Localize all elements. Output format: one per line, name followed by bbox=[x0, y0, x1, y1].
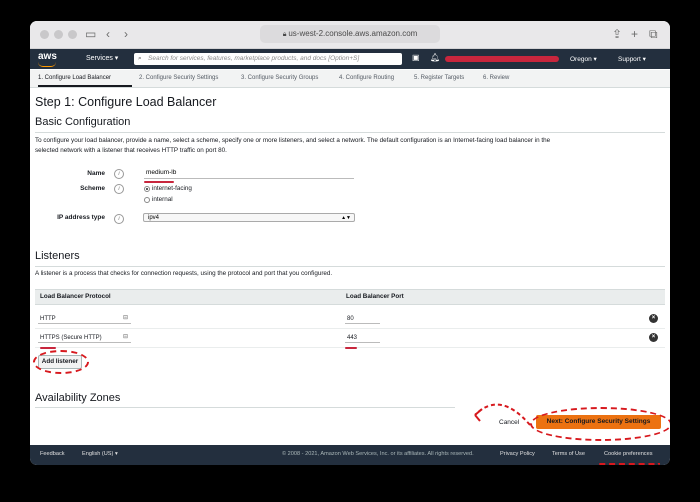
services-menu[interactable]: Services ▾ bbox=[86, 54, 118, 62]
zoom-window-button[interactable] bbox=[68, 30, 77, 39]
name-info-icon[interactable]: i bbox=[114, 169, 124, 179]
step-configure-routing[interactable]: 4. Configure Routing bbox=[339, 70, 394, 87]
annotation-arrow bbox=[474, 403, 531, 426]
search-icon: ⌕ bbox=[138, 55, 142, 62]
terms-of-use-link[interactable]: Terms of Use bbox=[552, 451, 585, 457]
share-icon[interactable]: ⇪ bbox=[612, 27, 622, 41]
scheme-internet-facing-radio[interactable] bbox=[144, 186, 150, 192]
search-input[interactable]: ⌕ Search for services, features, marketp… bbox=[134, 53, 402, 65]
aws-logo-smile bbox=[38, 62, 56, 67]
divider bbox=[35, 266, 665, 267]
scheme-info-icon[interactable]: i bbox=[114, 184, 124, 194]
aws-top-nav: aws Services ▾ ⌕ Search for services, fe… bbox=[30, 49, 670, 69]
url-text: us-west-2.console.aws.amazon.com bbox=[288, 29, 418, 38]
name-label: Name bbox=[87, 170, 105, 177]
col-protocol-header: Load Balancer Protocol bbox=[40, 293, 111, 300]
cookie-preferences-link[interactable]: Cookie preferences bbox=[604, 451, 653, 457]
page-title: Step 1: Configure Load Balancer bbox=[35, 95, 217, 109]
select-arrows-icon: ⊟ bbox=[123, 334, 129, 340]
scheme-internal-label[interactable]: internal bbox=[152, 196, 173, 203]
scheme-internet-facing-label[interactable]: internet-facing bbox=[152, 185, 192, 192]
browser-toolbar: ▭ ‹ › 🔒︎ us-west-2.console.aws.amazon.co… bbox=[30, 21, 670, 49]
step-register-targets[interactable]: 5. Register Targets bbox=[414, 70, 464, 87]
step-review[interactable]: 6. Review bbox=[483, 70, 509, 87]
browser-window: ▭ ‹ › 🔒︎ us-west-2.console.aws.amazon.co… bbox=[30, 21, 670, 465]
ip-address-type-select[interactable]: ipv4 ▲▼ bbox=[143, 213, 355, 222]
annotation-underline bbox=[144, 181, 174, 183]
notifications-bell-icon[interactable]: 🔔︎ bbox=[430, 53, 440, 62]
search-placeholder: Search for services, features, marketpla… bbox=[148, 55, 360, 62]
listener-row: HTTPS (Secure HTTP) ⊟ 443 × bbox=[35, 328, 665, 348]
privacy-policy-link[interactable]: Privacy Policy bbox=[500, 451, 535, 457]
sidebar-icon[interactable]: ▭ bbox=[85, 27, 96, 41]
region-selector[interactable]: Oregon ▾ bbox=[570, 55, 597, 63]
annotation-circle bbox=[33, 350, 89, 374]
forward-arrow-icon[interactable]: › bbox=[124, 27, 128, 41]
select-arrows-icon: ⊟ bbox=[123, 315, 129, 321]
remove-listener-icon[interactable]: × bbox=[649, 333, 658, 342]
tab-overview-icon[interactable]: ⧉ bbox=[649, 27, 658, 41]
divider bbox=[35, 407, 455, 408]
annotation-circle bbox=[530, 407, 670, 441]
basic-configuration-heading: Basic Configuration bbox=[35, 116, 131, 128]
close-window-button[interactable] bbox=[40, 30, 49, 39]
new-tab-icon[interactable]: + bbox=[631, 27, 638, 41]
remove-listener-icon[interactable]: × bbox=[649, 314, 658, 323]
ip-address-type-label: IP address type bbox=[57, 214, 105, 221]
address-bar[interactable]: 🔒︎ us-west-2.console.aws.amazon.com bbox=[260, 25, 440, 43]
port-input[interactable]: 443 bbox=[345, 333, 380, 343]
protocol-select[interactable]: HTTP bbox=[38, 314, 131, 324]
annotation-underline bbox=[40, 347, 56, 349]
copyright-text: © 2008 - 2021, Amazon Web Services, Inc.… bbox=[282, 451, 474, 457]
protocol-select[interactable]: HTTPS (Secure HTTP) bbox=[38, 333, 131, 343]
wizard-steps: 1. Configure Load Balancer 2. Configure … bbox=[30, 70, 670, 88]
support-menu[interactable]: Support ▾ bbox=[618, 55, 646, 63]
scheme-internal-radio[interactable] bbox=[144, 197, 150, 203]
step-configure-load-balancer[interactable]: 1. Configure Load Balancer bbox=[38, 70, 132, 87]
ip-address-type-info-icon[interactable]: i bbox=[114, 214, 124, 224]
availability-zones-heading: Availability Zones bbox=[35, 392, 121, 404]
cloudshell-icon[interactable]: ▣ bbox=[412, 53, 420, 62]
scheme-label: Scheme bbox=[80, 185, 105, 192]
back-arrow-icon[interactable]: ‹ bbox=[106, 27, 110, 41]
ip-address-type-value: ipv4 bbox=[148, 215, 160, 221]
port-input[interactable]: 80 bbox=[345, 314, 380, 324]
minimize-window-button[interactable] bbox=[54, 30, 63, 39]
divider bbox=[35, 132, 665, 133]
col-port-header: Load Balancer Port bbox=[346, 293, 404, 300]
listener-row: HTTP ⊟ 80 × bbox=[35, 309, 665, 329]
listeners-table-header: Load Balancer Protocol Load Balancer Por… bbox=[35, 289, 665, 305]
annotation-underline bbox=[345, 347, 357, 349]
select-arrows-icon: ▲▼ bbox=[341, 215, 351, 221]
redacted-account-name[interactable] bbox=[445, 56, 559, 62]
step-configure-security-settings[interactable]: 2. Configure Security Settings bbox=[139, 70, 218, 87]
listeners-description: A listener is a process that checks for … bbox=[35, 270, 333, 277]
annotation-underline bbox=[598, 461, 660, 465]
feedback-link[interactable]: Feedback bbox=[40, 451, 65, 457]
aws-logo[interactable]: aws bbox=[38, 51, 57, 62]
listeners-heading: Listeners bbox=[35, 250, 80, 262]
language-selector[interactable]: English (US) ▾ bbox=[82, 451, 118, 457]
name-field[interactable]: medium-lb bbox=[144, 167, 354, 179]
step-configure-security-groups[interactable]: 3. Configure Security Groups bbox=[241, 70, 318, 87]
console-footer: Feedback English (US) ▾ © 2008 - 2021, A… bbox=[30, 445, 670, 465]
basic-configuration-description: To configure your load balancer, provide… bbox=[35, 137, 551, 154]
